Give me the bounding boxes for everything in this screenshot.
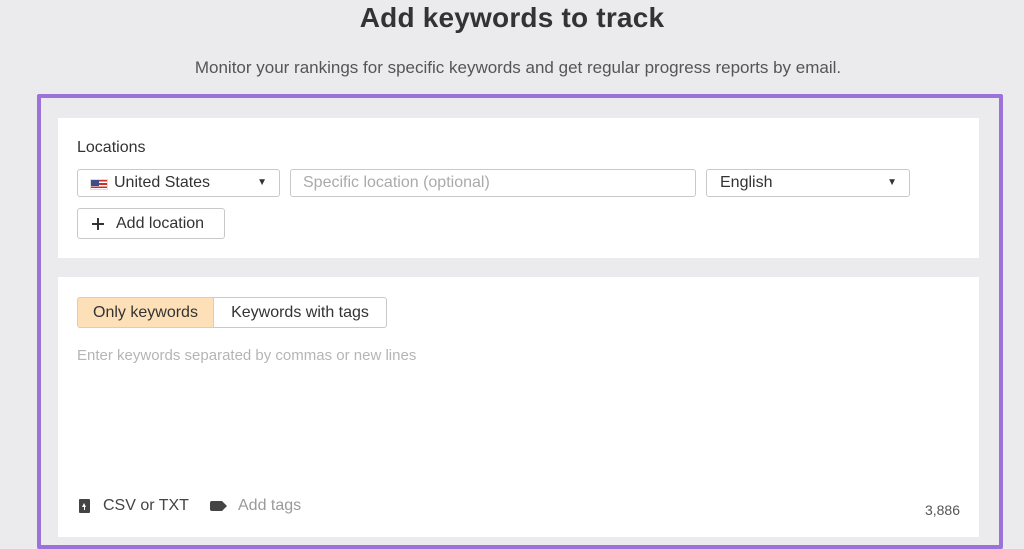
highlight-frame <box>37 94 1003 549</box>
page-subtitle: Monitor your rankings for specific keywo… <box>194 58 842 77</box>
page-title: Add keywords to track <box>359 2 665 33</box>
